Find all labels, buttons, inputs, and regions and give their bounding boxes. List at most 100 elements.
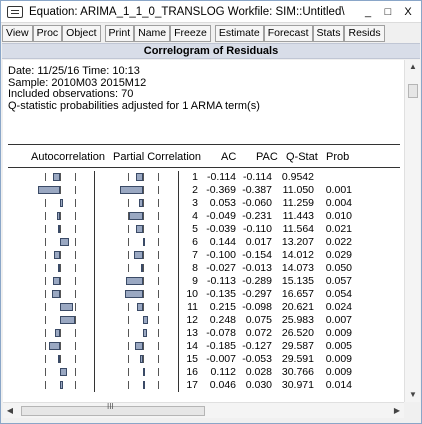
pac-bar [125,290,143,298]
ac-upper-bound-tick [75,173,76,181]
stats-button[interactable]: Stats [312,24,345,42]
pac-bar [143,368,145,376]
window-title: Equation: ARIMA_1_1_0_TRANSLOG Workfile:… [29,5,345,18]
pac-upper-bound-tick [158,199,159,207]
ac-bar [58,264,60,272]
horizontal-scrollbar[interactable]: ◀ III ▶ [3,402,404,418]
qstat-value: 15.135 [281,275,314,287]
ac-lower-bound-tick [45,277,46,285]
minimize-button[interactable]: _ [363,6,373,18]
ac-zero-tick [60,212,61,220]
ac-lower-bound-tick [45,329,46,337]
correlogram-row: 17 0.046 0.030 30.971 0.014 [8,379,400,391]
correlogram-row: 3 0.053 -0.060 11.259 0.004 [8,197,400,209]
pac-bar [129,212,143,220]
ac-upper-bound-tick [75,342,76,350]
lag-value: 9 [192,275,198,287]
window-menu-icon[interactable] [7,5,23,18]
title-bar[interactable]: Equation: ARIMA_1_1_0_TRANSLOG Workfile:… [1,1,421,23]
object-button[interactable]: Object [62,24,101,42]
ac-value: -0.007 [206,353,236,365]
scroll-left-icon[interactable]: ◀ [3,403,17,419]
pac-bar [141,264,143,272]
ac-lower-bound-tick [45,355,46,363]
correlogram-row: 5 -0.039 -0.110 11.564 0.021 [8,223,400,235]
pac-value: -0.053 [242,353,272,365]
lag-value: 7 [192,249,198,261]
estimate-button[interactable]: Estimate [214,24,264,42]
prob-value: 0.009 [325,327,352,339]
ac-header: AC [221,151,237,163]
toolbar: View Proc Object Print Name Freeze Estim… [1,23,421,43]
pac-bar [125,277,143,285]
lag-value: 8 [192,262,198,274]
pac-zero-tick [143,251,144,259]
pac-value: -0.297 [242,288,272,300]
ac-upper-bound-tick [75,290,76,298]
ac-lower-bound-tick [45,342,46,350]
pac-upper-bound-tick [158,264,159,272]
proc-button[interactable]: Proc [32,24,63,42]
correlogram-row: 7 -0.100 -0.154 14.012 0.029 [8,249,400,261]
qstat-value: 14.012 [281,249,314,261]
lag-value: 5 [192,223,198,235]
ac-bar [37,186,60,194]
print-button[interactable]: Print [104,24,135,42]
resids-button[interactable]: Resids [344,24,385,42]
name-button[interactable]: Name [134,24,171,42]
view-button[interactable]: View [2,24,33,42]
ac-value: 0.248 [209,314,236,326]
ac-zero-tick [60,355,61,363]
forecast-button[interactable]: Forecast [263,24,313,42]
ac-bar [48,342,60,350]
qstat-value: 26.520 [281,327,314,339]
ac-value: 0.112 [210,366,237,378]
scroll-right-icon[interactable]: ▶ [390,403,404,419]
correlogram-row: 10 -0.135 -0.297 16.657 0.054 [8,288,400,300]
ac-bar [60,368,67,376]
ac-zero-tick [60,186,61,194]
close-button[interactable]: X [403,6,413,18]
ac-lower-bound-tick [45,264,46,272]
pac-bar [143,381,145,389]
pac-upper-bound-tick [158,329,159,337]
prob-value: 0.021 [325,223,352,235]
separator-header [8,167,400,168]
pac-bar [135,342,143,350]
pac-upper-bound-tick [158,186,159,194]
pac-bar [143,329,148,337]
lag-value: 2 [192,184,198,196]
vertical-scrollbar[interactable]: ▲ ▼ [404,60,420,402]
scroll-down-icon[interactable]: ▼ [405,388,421,402]
freeze-button[interactable]: Freeze [170,24,211,42]
prob-value: 0.010 [325,210,352,222]
ac-upper-bound-tick [75,238,76,246]
pac-upper-bound-tick [158,277,159,285]
correlogram-output: Date: 11/25/16 Time: 10:13 Sample: 2010M… [3,60,404,402]
pac-upper-bound-tick [158,368,159,376]
correlogram-row: 2 -0.369 -0.387 11.050 0.001 [8,184,400,196]
pac-zero-tick [143,342,144,350]
ac-value: -0.049 [206,210,236,222]
pac-upper-bound-tick [158,225,159,233]
ac-bar [60,238,69,246]
vertical-scroll-thumb[interactable] [408,84,418,98]
ac-zero-tick [60,264,61,272]
scroll-grip-icon: III [107,402,114,411]
prob-value: 0.001 [325,184,352,196]
ac-upper-bound-tick [75,186,76,194]
autocorrelation-header: Autocorrelation [31,151,105,163]
qstat-header: Q-Stat [286,151,318,163]
maximize-button[interactable]: □ [383,6,393,18]
date-time-line: Date: 11/25/16 Time: 10:13 [8,65,140,77]
pac-bar [139,355,143,363]
lag-value: 10 [186,288,198,300]
adjustment-note: Q-statistic probabilities adjusted for 1… [8,99,260,112]
lag-value: 4 [192,210,198,222]
scroll-up-icon[interactable]: ▲ [405,60,421,74]
pac-value: -0.387 [242,184,272,196]
pac-upper-bound-tick [158,316,159,324]
ac-value: -0.113 [207,275,236,287]
pac-lower-bound-tick [128,303,129,311]
lag-value: 12 [186,314,198,326]
